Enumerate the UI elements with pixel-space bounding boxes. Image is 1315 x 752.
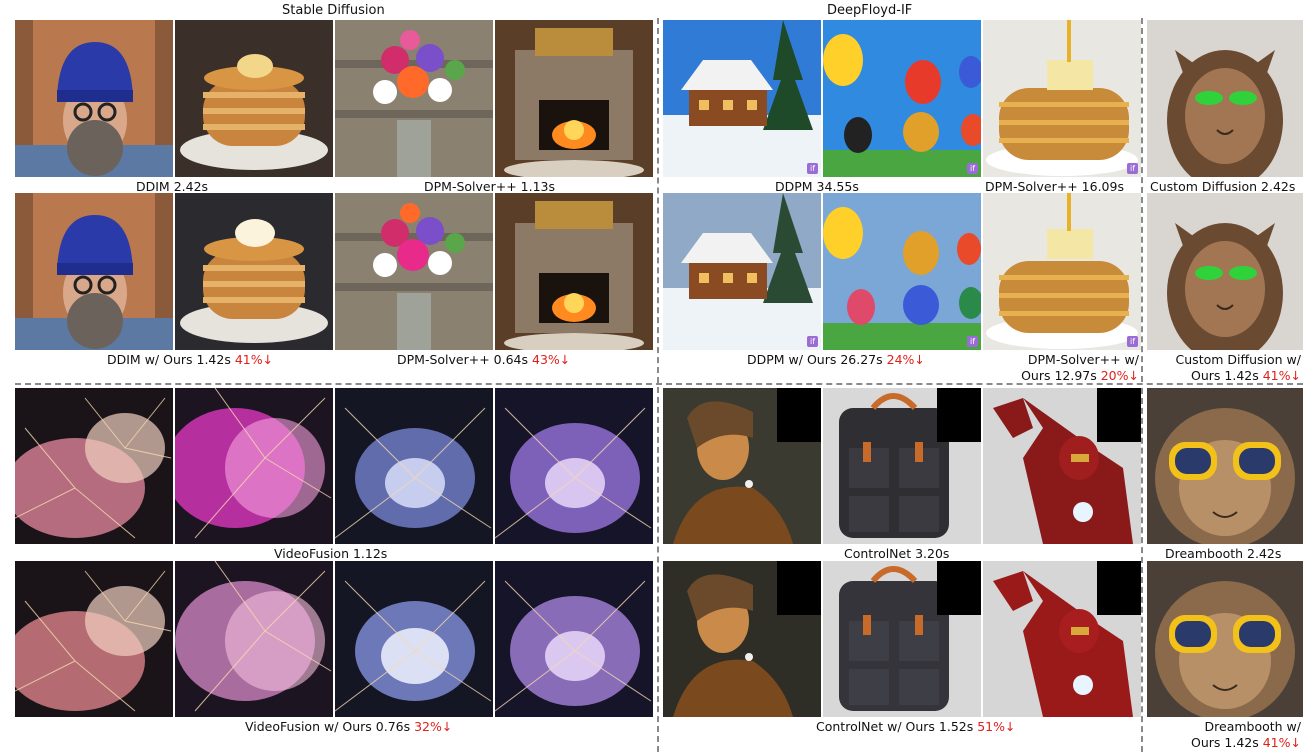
caption-dpm-solver-sd-ours-reduction: 43%↓: [532, 352, 571, 367]
vertical-divider-center: [657, 18, 659, 752]
caption-ddpm-ours: DDPM w/ Ours 26.27s 24%↓: [747, 352, 925, 368]
hot-air-balloons-image: if: [823, 20, 981, 177]
cat-sunglasses-yellow-ours-image: [1147, 561, 1303, 717]
caption-dreambooth-ours-text: Ours 1.42s: [1191, 735, 1259, 750]
caption-dpm-solver-if-ours-text: Ours 12.97s: [1021, 368, 1097, 383]
pose-map-inset: [1097, 388, 1141, 442]
fireworks-ours-frame-3-image: [335, 561, 493, 717]
caption-dreambooth-ours: Dreambooth w/ Ours 1.42s 41%↓: [1147, 719, 1301, 751]
if-badge: if: [1127, 163, 1138, 174]
cat-sunglasses-green-image: [1147, 20, 1303, 177]
snow-cabin-image: if: [663, 20, 821, 177]
cat-sunglasses-yellow-image: [1147, 388, 1303, 544]
caption-videofusion-ours-reduction: 32%↓: [414, 719, 453, 734]
edge-map-inset: [777, 561, 821, 615]
caption-dreambooth-ours-reduction: 41%↓: [1262, 735, 1301, 750]
bearded-man-image: [15, 20, 173, 177]
snow-cabin-ours-image: if: [663, 193, 821, 350]
if-badge: if: [807, 336, 818, 347]
pose-map-inset: [1097, 561, 1141, 615]
caption-ddim-ours-text: DDIM w/ Ours 1.42s: [107, 352, 231, 367]
vertical-divider-right-bottom: [1141, 388, 1143, 752]
if-badge: if: [967, 336, 978, 347]
fireworks-frame-3-image: [335, 388, 493, 544]
pancakes-syrup-image: if: [983, 20, 1141, 177]
caption-custom-diffusion-ours-line1: Custom Diffusion w/: [1175, 352, 1301, 367]
caption-controlnet: ControlNet 3.20s: [844, 546, 950, 561]
caption-dreambooth-ours-line2: Ours 1.42s 41%↓: [1147, 735, 1301, 751]
caption-ddpm-ours-text: DDPM w/ Ours 26.27s: [747, 352, 883, 367]
caption-dpm-solver-sd-ours-text: DPM-Solver++ 0.64s: [397, 352, 529, 367]
if-badge: if: [967, 163, 978, 174]
iron-man-image: [983, 388, 1141, 544]
fireworks-ours-frame-4-image: [495, 561, 653, 717]
caption-dpm-solver-if-ours-line1: DPM-Solver++ w/: [1027, 352, 1139, 367]
caption-videofusion-ours: VideoFusion w/ Ours 0.76s 32%↓: [245, 719, 452, 735]
pancake-stack-ours-image: [175, 193, 333, 350]
fireworks-ours-frame-1-image: [15, 561, 173, 717]
pancake-stack-image: [175, 20, 333, 177]
caption-videofusion-ours-text: VideoFusion w/ Ours 0.76s: [245, 719, 411, 734]
caption-controlnet-ours: ControlNet w/ Ours 1.52s 51%↓: [816, 719, 1016, 735]
caption-ddim-ours: DDIM w/ Ours 1.42s 41%↓: [107, 352, 273, 368]
caption-dreambooth: Dreambooth 2.42s: [1165, 546, 1282, 561]
caption-custom-diffusion-ours-reduction: 41%↓: [1262, 368, 1301, 383]
fireworks-frame-4-image: [495, 388, 653, 544]
caption-dpm-solver-if-ours-reduction: 20%↓: [1100, 368, 1139, 383]
flower-bouquet-image: [335, 20, 493, 177]
stone-fireplace-image: [495, 20, 653, 177]
sketch-map-inset: [937, 561, 981, 615]
if-badge: if: [1127, 336, 1138, 347]
girl-pearl-earring-ours-image: [663, 561, 821, 717]
edge-map-inset: [777, 388, 821, 442]
caption-custom-diffusion-ours-text: Ours 1.42s: [1191, 368, 1259, 383]
vertical-divider-right-top: [1141, 18, 1143, 382]
iron-man-ours-image: [983, 561, 1141, 717]
fireworks-frame-1-image: [15, 388, 173, 544]
caption-custom-diffusion-ours: Custom Diffusion w/ Ours 1.42s 41%↓: [1147, 352, 1301, 384]
deepfloyd-if-header: DeepFloyd-IF: [827, 3, 913, 18]
stable-diffusion-header: Stable Diffusion: [282, 3, 385, 18]
fireworks-frame-2-image: [175, 388, 333, 544]
bearded-man-ours-image: [15, 193, 173, 350]
caption-ddpm-ours-reduction: 24%↓: [886, 352, 925, 367]
sketch-map-inset: [937, 388, 981, 442]
caption-controlnet-ours-reduction: 51%↓: [977, 719, 1016, 734]
caption-dpm-solver-if-ours: DPM-Solver++ w/ Ours 12.97s 20%↓: [985, 352, 1139, 384]
caption-dpm-solver-if-ours-line2: Ours 12.97s 20%↓: [985, 368, 1139, 384]
flower-bouquet-ours-image: [335, 193, 493, 350]
caption-custom-diffusion-ours-line2: Ours 1.42s 41%↓: [1147, 368, 1301, 384]
if-badge: if: [807, 163, 818, 174]
backpack-image: [823, 388, 981, 544]
caption-dreambooth-ours-line1: Dreambooth w/: [1204, 719, 1301, 734]
fireworks-ours-frame-2-image: [175, 561, 333, 717]
girl-pearl-earring-image: [663, 388, 821, 544]
pancakes-syrup-ours-image: if: [983, 193, 1141, 350]
backpack-ours-image: [823, 561, 981, 717]
caption-ddim-ours-reduction: 41%↓: [234, 352, 274, 367]
caption-dpm-solver-sd-ours: DPM-Solver++ 0.64s 43%↓: [397, 352, 570, 368]
caption-controlnet-ours-text: ControlNet w/ Ours 1.52s: [816, 719, 974, 734]
hot-air-balloons-ours-image: if: [823, 193, 981, 350]
cat-sunglasses-green-ours-image: [1147, 193, 1303, 350]
caption-videofusion: VideoFusion 1.12s: [274, 546, 388, 561]
stone-fireplace-ours-image: [495, 193, 653, 350]
